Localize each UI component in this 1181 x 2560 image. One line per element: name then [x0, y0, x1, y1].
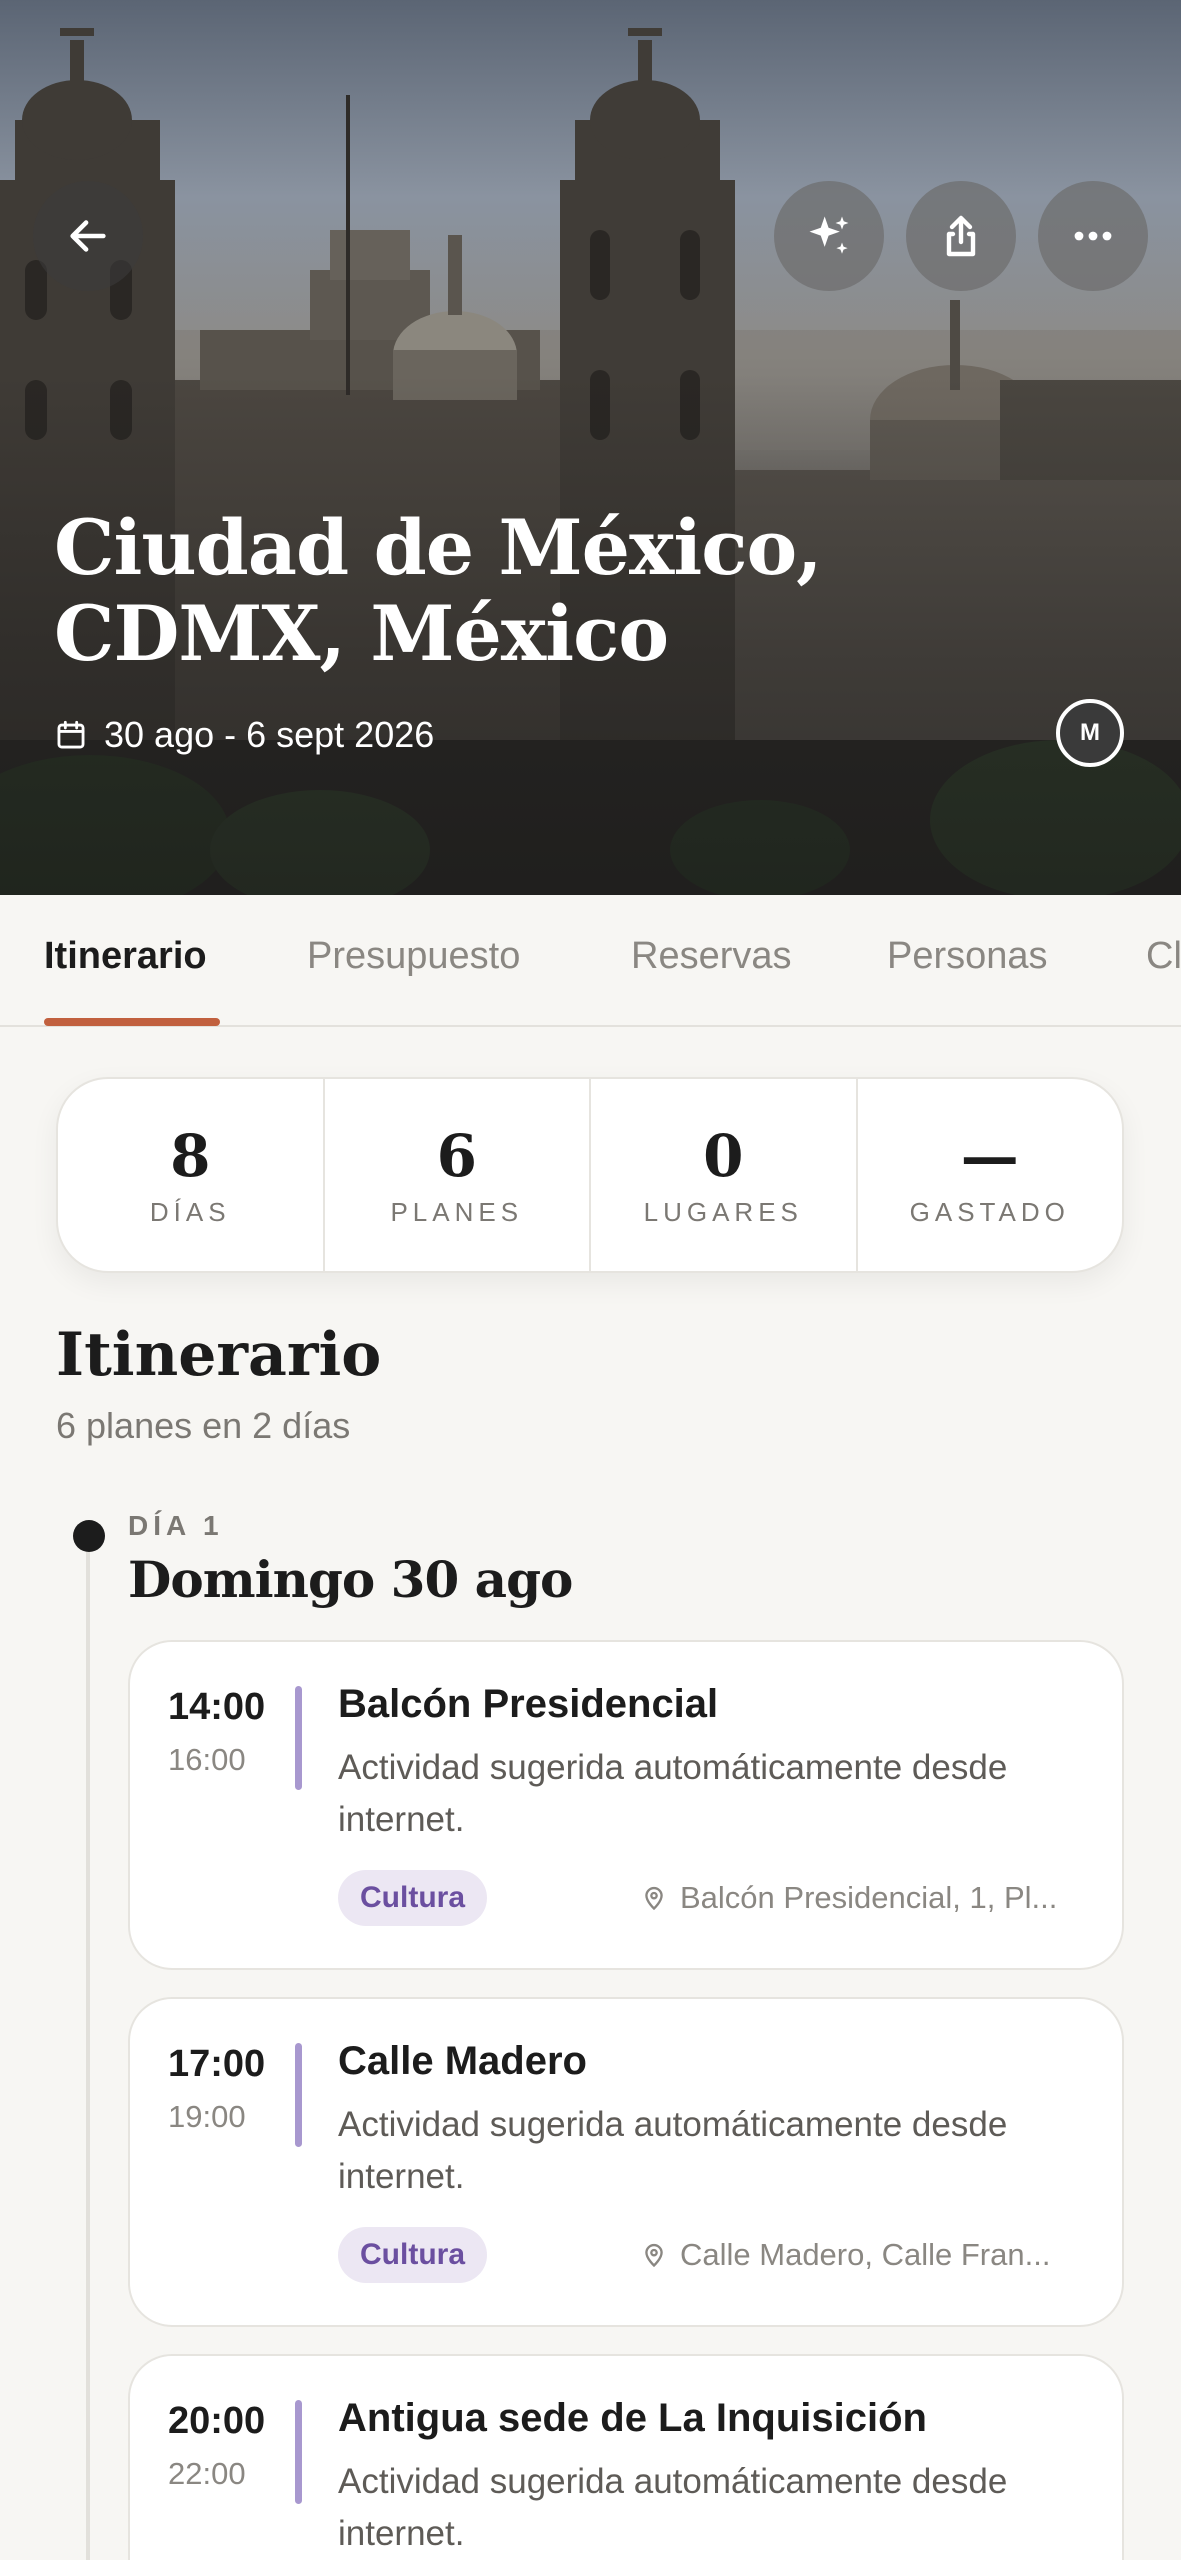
- stat-value: —: [960, 1121, 1019, 1190]
- more-horizontal-icon: [1074, 231, 1112, 241]
- stat-label: PLANES: [390, 1196, 524, 1227]
- plan-location-text: Balcón Presidencial, 1, Pl...: [680, 1880, 1058, 1915]
- plan-description: Actividad sugerida automáticamente desde…: [338, 1748, 1008, 1839]
- trip-title: Ciudad de México, CDMX, México: [54, 503, 823, 678]
- plan-title: Balcón Presidencial: [338, 1682, 719, 1726]
- map-pin-icon: [645, 1886, 663, 1911]
- plan-end-time: 19:00: [168, 2099, 246, 2134]
- tab-overflow[interactable]: Cl: [1146, 935, 1181, 978]
- plan-start-time: 14:00: [168, 1686, 266, 1728]
- plan-end-time: 16:00: [168, 1742, 246, 1777]
- stat-value: 6: [436, 1121, 477, 1190]
- map-pin-icon: [645, 2243, 663, 2268]
- stat-value: 0: [703, 1121, 744, 1190]
- trip-stats: 8 DÍAS 6 PLANES 0 LUGARES — GASTADO: [56, 1077, 1124, 1273]
- stat-label: GASTADO: [909, 1196, 1070, 1227]
- calendar-icon: [57, 720, 85, 749]
- plan-location: Balcón Presidencial, 1, Pl...: [640, 1870, 1057, 1926]
- plan-card[interactable]: 17:00 19:00 Calle Madero Actividad suger…: [128, 1997, 1124, 2327]
- timeline-dot: [73, 1520, 105, 1552]
- section-subtitle: 6 planes en 2 días: [56, 1405, 351, 1446]
- stat-label: LUGARES: [643, 1196, 803, 1227]
- plan-start-time: 20:00: [168, 2400, 266, 2442]
- plan-category-tag: Cultura: [338, 2227, 487, 2283]
- more-button[interactable]: [1038, 181, 1148, 291]
- stat-label: DÍAS: [149, 1196, 231, 1227]
- plan-time-bar: [295, 2043, 302, 2147]
- plan-start-time: 17:00: [168, 2043, 266, 2085]
- share-button[interactable]: [906, 181, 1016, 291]
- stat-gastado: — GASTADO: [855, 1079, 1123, 1271]
- plan-category-tag: Cultura: [338, 1870, 487, 1926]
- tab-itinerario[interactable]: Itinerario: [44, 935, 207, 978]
- timeline-line: [86, 1535, 90, 2560]
- plan-description: Actividad sugerida automáticamente desde…: [338, 2105, 1008, 2196]
- trip-dates-text: 30 ago - 6 sept 2026: [104, 714, 435, 755]
- tab-presupuesto[interactable]: Presupuesto: [307, 935, 520, 978]
- plan-location-text: Calle Madero, Calle Fran...: [680, 2237, 1051, 2272]
- section-title: Itinerario: [56, 1320, 382, 1390]
- arrow-left-icon: [70, 220, 106, 252]
- trip-page: Ciudad de México, CDMX, México 30 ago - …: [0, 0, 1181, 2560]
- day-title: Domingo 30 ago: [128, 1550, 573, 1609]
- trip-dates: 30 ago - 6 sept 2026: [54, 710, 434, 760]
- avatar[interactable]: M: [1056, 699, 1124, 767]
- ai-suggest-button[interactable]: [774, 181, 884, 291]
- stat-lugares: 0 LUGARES: [589, 1079, 856, 1271]
- plan-card[interactable]: 14:00 16:00 Balcón Presidencial Activida…: [128, 1640, 1124, 1970]
- plan-time-bar: [295, 2400, 302, 2504]
- hero-header: Ciudad de México, CDMX, México 30 ago - …: [0, 0, 1181, 895]
- tab-reservas[interactable]: Reservas: [631, 935, 792, 978]
- plan-time-bar: [295, 1686, 302, 1790]
- share-icon: [946, 215, 976, 257]
- back-button[interactable]: [33, 181, 143, 291]
- plan-title: Calle Madero: [338, 2039, 587, 2083]
- stat-value: 8: [170, 1121, 211, 1190]
- stat-dias: 8 DÍAS: [58, 1079, 323, 1271]
- day-label: DÍA 1: [128, 1510, 224, 1541]
- active-tab-indicator: [44, 1018, 220, 1026]
- tab-personas[interactable]: Personas: [887, 935, 1048, 978]
- sparkle-icon: [809, 216, 849, 254]
- tab-bar: Itinerario Presupuesto Reservas Personas…: [0, 895, 1181, 1027]
- stat-planes: 6 PLANES: [322, 1079, 590, 1271]
- plan-location: Calle Madero, Calle Fran...: [640, 2227, 1050, 2283]
- plan-description: Actividad sugerida automáticamente desde…: [338, 2462, 1008, 2553]
- plan-end-time: 22:00: [168, 2456, 246, 2491]
- plan-title: Antigua sede de La Inquisición: [338, 2396, 927, 2440]
- plan-card[interactable]: 20:00 22:00 Antigua sede de La Inquisici…: [128, 2354, 1124, 2560]
